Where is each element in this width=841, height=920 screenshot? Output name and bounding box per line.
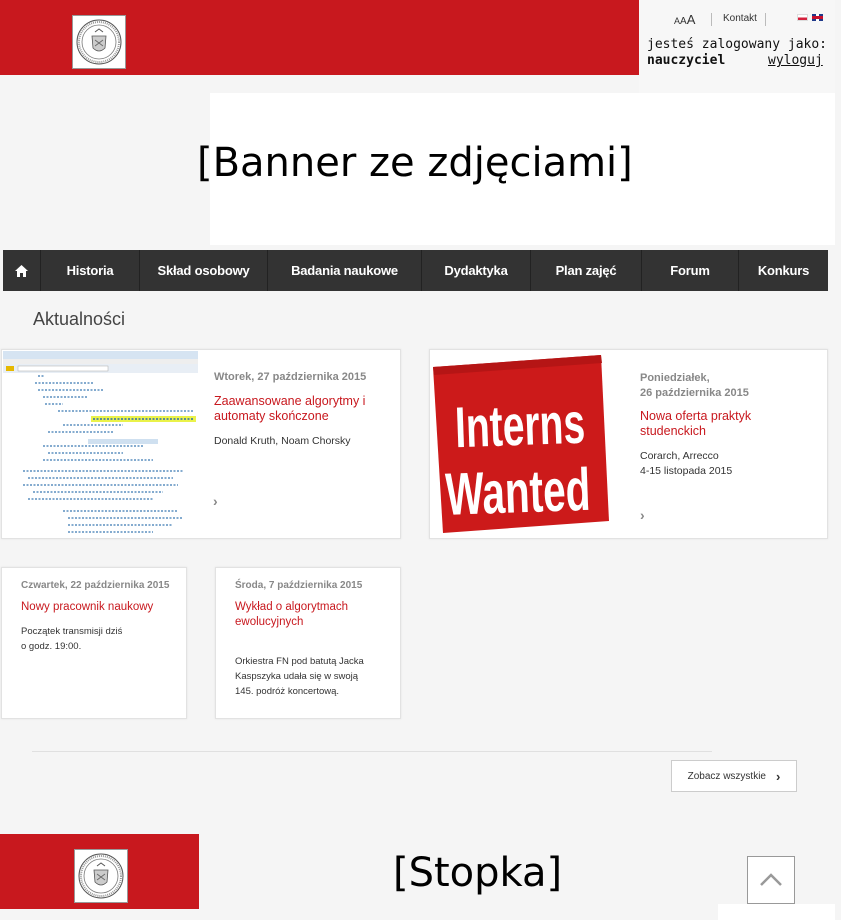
news-date-line: Poniedziałek,: [640, 372, 710, 384]
chevron-right-icon[interactable]: ›: [213, 493, 218, 509]
flag-pl-icon[interactable]: [797, 14, 808, 21]
logout-link[interactable]: wyloguj: [768, 53, 823, 68]
nav-home[interactable]: [3, 250, 41, 291]
news-body-line: Orkiestra FN pod batutą Jacka: [235, 656, 364, 667]
nav-item-plan-zajec[interactable]: Plan zajęć: [531, 250, 642, 291]
news-body: Orkiestra FN pod batutą Jacka Kaspszyka …: [235, 654, 364, 699]
user-role: nauczyciel: [647, 53, 726, 68]
news-body-line: 145. podróż koncertową.: [235, 686, 340, 697]
see-all-label: Zobacz wszystkie: [687, 770, 766, 782]
news-body-line: Początek transmisji dziś: [21, 626, 123, 637]
news-title[interactable]: Nowa oferta praktyk studenckich: [640, 409, 790, 439]
news-card[interactable]: Środa, 7 października 2015 Wykład o algo…: [215, 567, 401, 719]
divider: [32, 751, 712, 752]
news-body-line: o godz. 19:00.: [21, 641, 82, 652]
nav-item-konkurs[interactable]: Konkurs: [739, 250, 828, 291]
font-size-medium[interactable]: A: [680, 16, 687, 27]
news-body-line: Corarch, Arrecco: [640, 450, 719, 462]
news-title[interactable]: Zaawansowane algorytmy i automaty skończ…: [214, 394, 384, 424]
footer-placeholder: [Stopka]: [393, 850, 563, 896]
footer-seal-logo[interactable]: [74, 849, 128, 903]
nav-item-badania-naukowe[interactable]: Badania naukowe: [268, 250, 422, 291]
main-nav: Historia Skład osobowy Badania naukowe D…: [3, 250, 828, 291]
news-card[interactable]: Czwartek, 22 października 2015 Nowy prac…: [1, 567, 187, 719]
news-body: Początek transmisji dziś o godz. 19:00.: [21, 624, 122, 654]
news-date-line: 26 października 2015: [640, 387, 749, 399]
font-size-switcher[interactable]: AAA: [674, 12, 695, 27]
section-title: Aktualności: [33, 309, 126, 329]
footer-spacer: [718, 904, 835, 920]
seal-icon: [78, 853, 124, 899]
scroll-to-top-button[interactable]: [747, 856, 795, 904]
home-icon: [15, 264, 28, 277]
news-date: Wtorek, 27 października 2015: [214, 371, 367, 383]
news-title[interactable]: Nowy pracownik naukowy: [21, 600, 153, 615]
news-date: Poniedziałek, 26 października 2015: [640, 371, 749, 401]
divider: [765, 13, 766, 26]
interns-wanted-image: Interns Wanted: [431, 351, 610, 537]
see-all-button[interactable]: Zobacz wszystkie ›: [671, 760, 797, 792]
news-date: Środa, 7 października 2015: [235, 580, 363, 591]
news-body: Corarch, Arrecco 4-15 listopada 2015: [640, 449, 732, 479]
code-screenshot-thumbnail: [3, 351, 198, 537]
font-size-large[interactable]: A: [687, 12, 696, 27]
divider: [711, 13, 712, 26]
news-date: Czwartek, 22 października 2015: [21, 580, 170, 591]
university-seal-logo[interactable]: [72, 15, 126, 69]
nav-item-historia[interactable]: Historia: [41, 250, 140, 291]
nav-item-forum[interactable]: Forum: [642, 250, 739, 291]
nav-item-dydaktyka[interactable]: Dydaktyka: [422, 250, 531, 291]
banner-placeholder: [Banner ze zdjęciami]: [197, 140, 633, 186]
news-title[interactable]: Wykład o algorytmach ewolucyjnych: [235, 600, 385, 630]
chevron-right-icon: ›: [776, 768, 781, 784]
contact-link[interactable]: Kontakt: [723, 13, 757, 24]
news-body-line: Kaspszyka udała się w swoją: [235, 671, 359, 682]
interns-image-line-2: Wanted: [444, 456, 591, 528]
nav-item-sklad-osobowy[interactable]: Skład osobowy: [140, 250, 268, 291]
flag-en-icon[interactable]: [812, 14, 823, 21]
seal-icon: [76, 19, 122, 65]
news-body: Donald Kruth, Noam Chorsky: [214, 435, 351, 447]
news-card[interactable]: Wtorek, 27 października 2015 Zaawansowan…: [1, 349, 401, 539]
news-card[interactable]: Interns Wanted Poniedziałek, 26 paździer…: [429, 349, 828, 539]
logged-in-label: jesteś zalogowany jako:: [647, 37, 828, 52]
chevron-right-icon[interactable]: ›: [640, 507, 645, 523]
interns-image-line-1: Interns: [454, 392, 586, 460]
news-body-line: 4-15 listopada 2015: [640, 465, 733, 477]
chevron-up-icon: [760, 873, 782, 886]
